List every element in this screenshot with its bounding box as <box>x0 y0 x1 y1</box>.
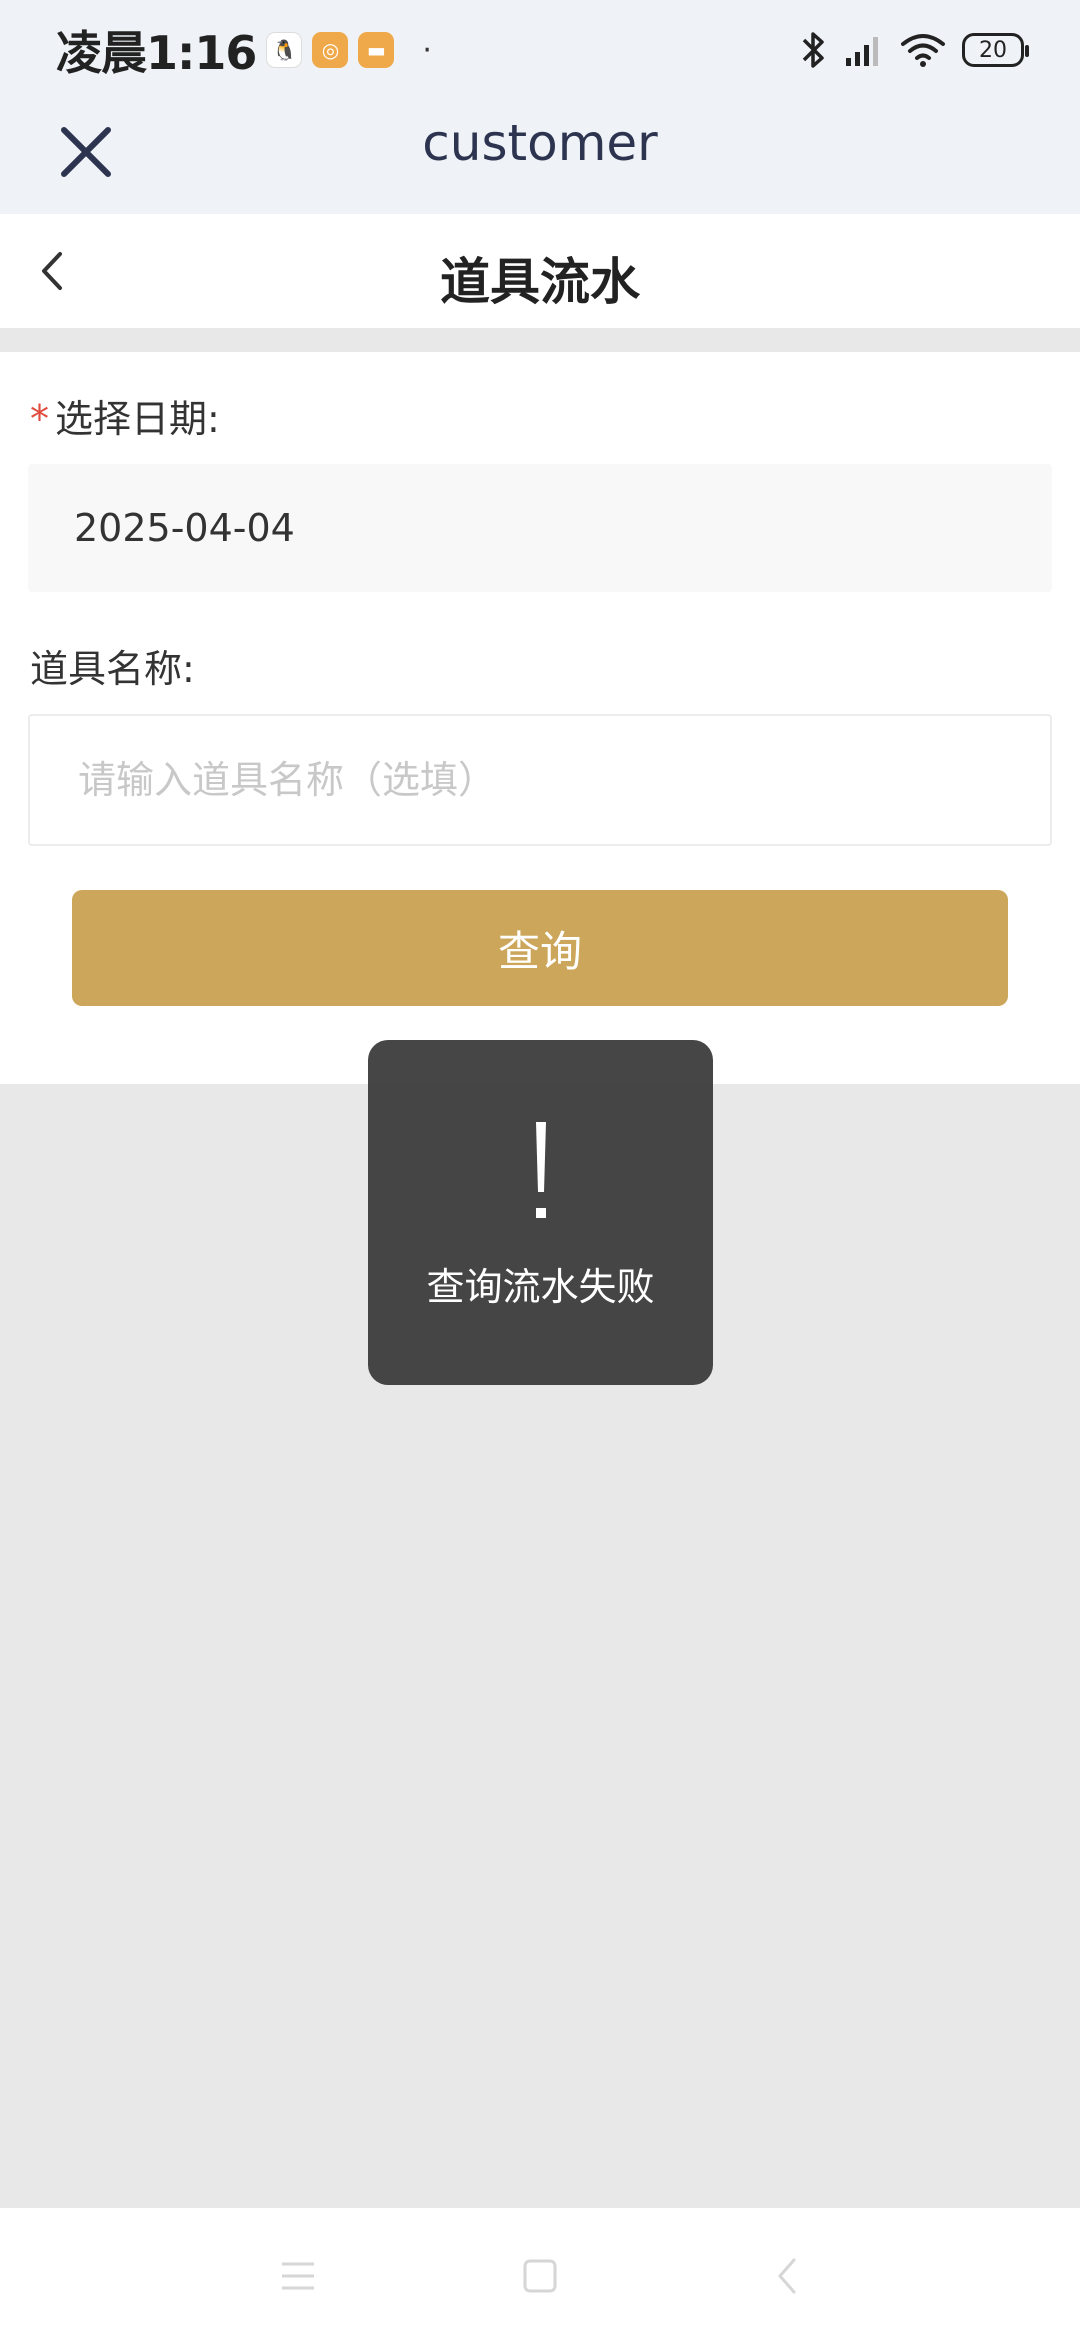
status-bar: 凌晨1:16 🐧 ◎ ▬ · 20 <box>0 0 1080 100</box>
date-value: 2025-04-04 <box>74 506 295 550</box>
query-button-label: 查询 <box>497 926 582 976</box>
error-toast: 查询流水失败 <box>368 1040 713 1385</box>
app-title: customer <box>422 114 658 172</box>
chat-app-icon: ▬ <box>358 32 395 68</box>
query-button[interactable]: 查询 <box>72 890 1008 1006</box>
back-icon[interactable] <box>768 2256 808 2296</box>
home-icon[interactable] <box>520 2256 560 2296</box>
page-header: 道具流水 <box>0 214 1080 328</box>
date-label-text: 选择日期: <box>55 397 220 441</box>
battery-level: 20 <box>979 37 1007 63</box>
wifi-icon <box>901 34 945 67</box>
status-left: 凌晨1:16 🐧 ◎ ▬ · <box>56 17 432 83</box>
title-bar: customer <box>0 100 1080 214</box>
battery-icon: 20 <box>962 33 1029 67</box>
item-name-label: 道具名称: <box>30 647 195 691</box>
page-title: 道具流水 <box>440 253 640 311</box>
toast-message: 查询流水失败 <box>426 1265 655 1309</box>
date-picker[interactable]: 2025-04-04 <box>28 464 1052 592</box>
status-dot: · <box>422 32 432 68</box>
system-nav-bar <box>0 2208 1080 2340</box>
target-app-icon: ◎ <box>312 32 349 68</box>
qq-icon: 🐧 <box>266 32 303 68</box>
status-right: 20 <box>798 30 1029 70</box>
item-name-input[interactable] <box>28 714 1052 846</box>
query-form: *选择日期: 2025-04-04 道具名称: 查询 <box>0 352 1080 1084</box>
menu-icon[interactable] <box>278 2256 318 2296</box>
exclamation-icon <box>535 1122 546 1218</box>
signal-icon <box>846 37 878 66</box>
status-time: 凌晨1:16 <box>56 26 257 80</box>
required-mark: * <box>30 397 49 441</box>
bluetooth-icon <box>802 32 824 68</box>
date-field-label: * 选择日期: <box>30 388 220 443</box>
